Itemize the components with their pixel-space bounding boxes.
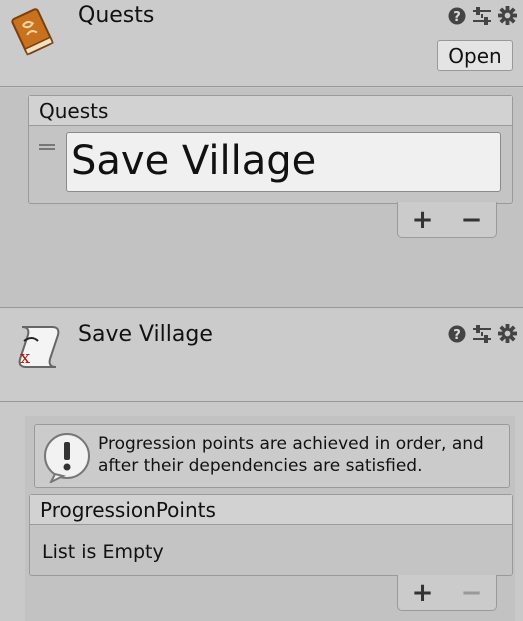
quests-panel: Quests Save Village + −	[0, 88, 523, 308]
header-icons: ?	[448, 6, 517, 25]
list-header: Quests	[29, 96, 512, 126]
add-button[interactable]: +	[412, 207, 434, 233]
list-item: Save Village	[29, 132, 512, 196]
quests-list: Quests Save Village	[28, 95, 513, 204]
quest-asset-header: x Save Village ?	[0, 309, 523, 402]
help-icon[interactable]: ?	[448, 325, 466, 343]
sliders-icon[interactable]	[472, 6, 492, 25]
progression-points-list: ProgressionPoints List is Empty	[29, 494, 513, 576]
sliders-icon[interactable]	[472, 324, 492, 343]
svg-text:x: x	[20, 347, 30, 368]
info-help-box: Progression points are achieved in order…	[34, 424, 510, 488]
asset-title: Save Village	[78, 322, 213, 347]
gear-icon[interactable]	[498, 324, 517, 343]
book-icon	[8, 4, 58, 62]
svg-text:?: ?	[453, 328, 461, 343]
progression-list-footer: + −	[397, 575, 497, 611]
quests-list-footer: + −	[397, 202, 497, 238]
remove-button: −	[460, 577, 483, 608]
help-icon[interactable]: ?	[448, 7, 466, 25]
quest-item-field[interactable]: Save Village	[66, 132, 501, 192]
scroll-icon: x	[10, 321, 62, 377]
help-text: Progression points are achieved in order…	[98, 433, 484, 477]
component-title: Quests	[78, 3, 155, 28]
gear-icon[interactable]	[498, 6, 517, 25]
help-text-line: after their dependencies are satisfied.	[98, 456, 423, 476]
quests-component-header: Quests ? Open	[0, 0, 523, 87]
empty-list-text: List is Empty	[42, 541, 164, 563]
add-button[interactable]: +	[412, 580, 434, 606]
drag-handle-icon[interactable]	[39, 144, 55, 150]
svg-text:?: ?	[453, 10, 461, 25]
header-icons: ?	[448, 324, 517, 343]
remove-button[interactable]: −	[461, 207, 483, 233]
exclamation-icon	[41, 431, 93, 487]
open-button[interactable]: Open	[437, 40, 513, 71]
help-text-line: Progression points are achieved in order…	[98, 434, 484, 454]
list-header: ProgressionPoints	[30, 495, 512, 525]
